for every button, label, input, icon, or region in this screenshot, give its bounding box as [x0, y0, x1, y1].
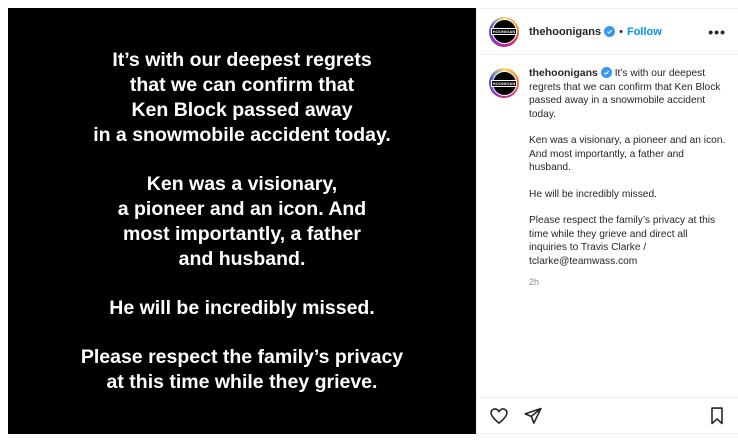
caption: HOONIGAN thehoonigans It’s with our deep… — [477, 55, 738, 290]
caption-avatar-logo-text: HOONIGAN — [490, 79, 518, 87]
verified-badge-icon — [604, 26, 616, 37]
caption-paragraph-3: He will be incredibly missed. — [529, 188, 657, 200]
header-username[interactable]: thehoonigans — [529, 26, 601, 38]
caption-paragraph-4: Please respect the family’s privacy at t… — [529, 215, 716, 267]
post-header: HOONIGAN thehoonigans • Follow ••• — [477, 9, 738, 55]
bookmark-icon[interactable] — [708, 406, 726, 426]
caption-avatar[interactable]: HOONIGAN — [489, 68, 519, 98]
avatar-logo-text: HOONIGAN — [490, 28, 518, 35]
more-options-icon[interactable]: ••• — [708, 24, 726, 40]
separator-dot: • — [619, 25, 623, 38]
post-image[interactable]: It’s with our deepest regrets that we ca… — [8, 8, 476, 434]
caption-paragraph-2: Ken was a visionary, a pioneer and an ic… — [529, 135, 726, 173]
post-sidebar: HOONIGAN thehoonigans • Follow ••• HOONI… — [476, 8, 738, 434]
caption-username[interactable]: thehoonigans — [529, 67, 598, 79]
follow-button[interactable]: Follow — [627, 26, 662, 38]
post-timestamp[interactable]: 2h — [529, 276, 726, 290]
caption-verified-badge-icon — [600, 67, 612, 78]
paper-plane-icon[interactable] — [523, 406, 543, 426]
caption-body: thehoonigans It’s with our deepest regre… — [529, 67, 726, 290]
image-text-paragraph-4: Please respect the family’s privacy at t… — [80, 345, 404, 393]
image-text-paragraph-1: It’s with our deepest regrets that we ca… — [93, 48, 391, 146]
caption-first-paragraph: thehoonigans It’s with our deepest regre… — [529, 67, 726, 121]
avatar[interactable]: HOONIGAN — [489, 16, 519, 47]
action-bar — [477, 397, 738, 433]
heart-icon[interactable] — [489, 406, 509, 426]
image-text-paragraph-2: Ken was a visionary, a pioneer and an ic… — [117, 172, 367, 270]
image-text-paragraph-3: He will be incredibly missed. — [109, 296, 375, 319]
